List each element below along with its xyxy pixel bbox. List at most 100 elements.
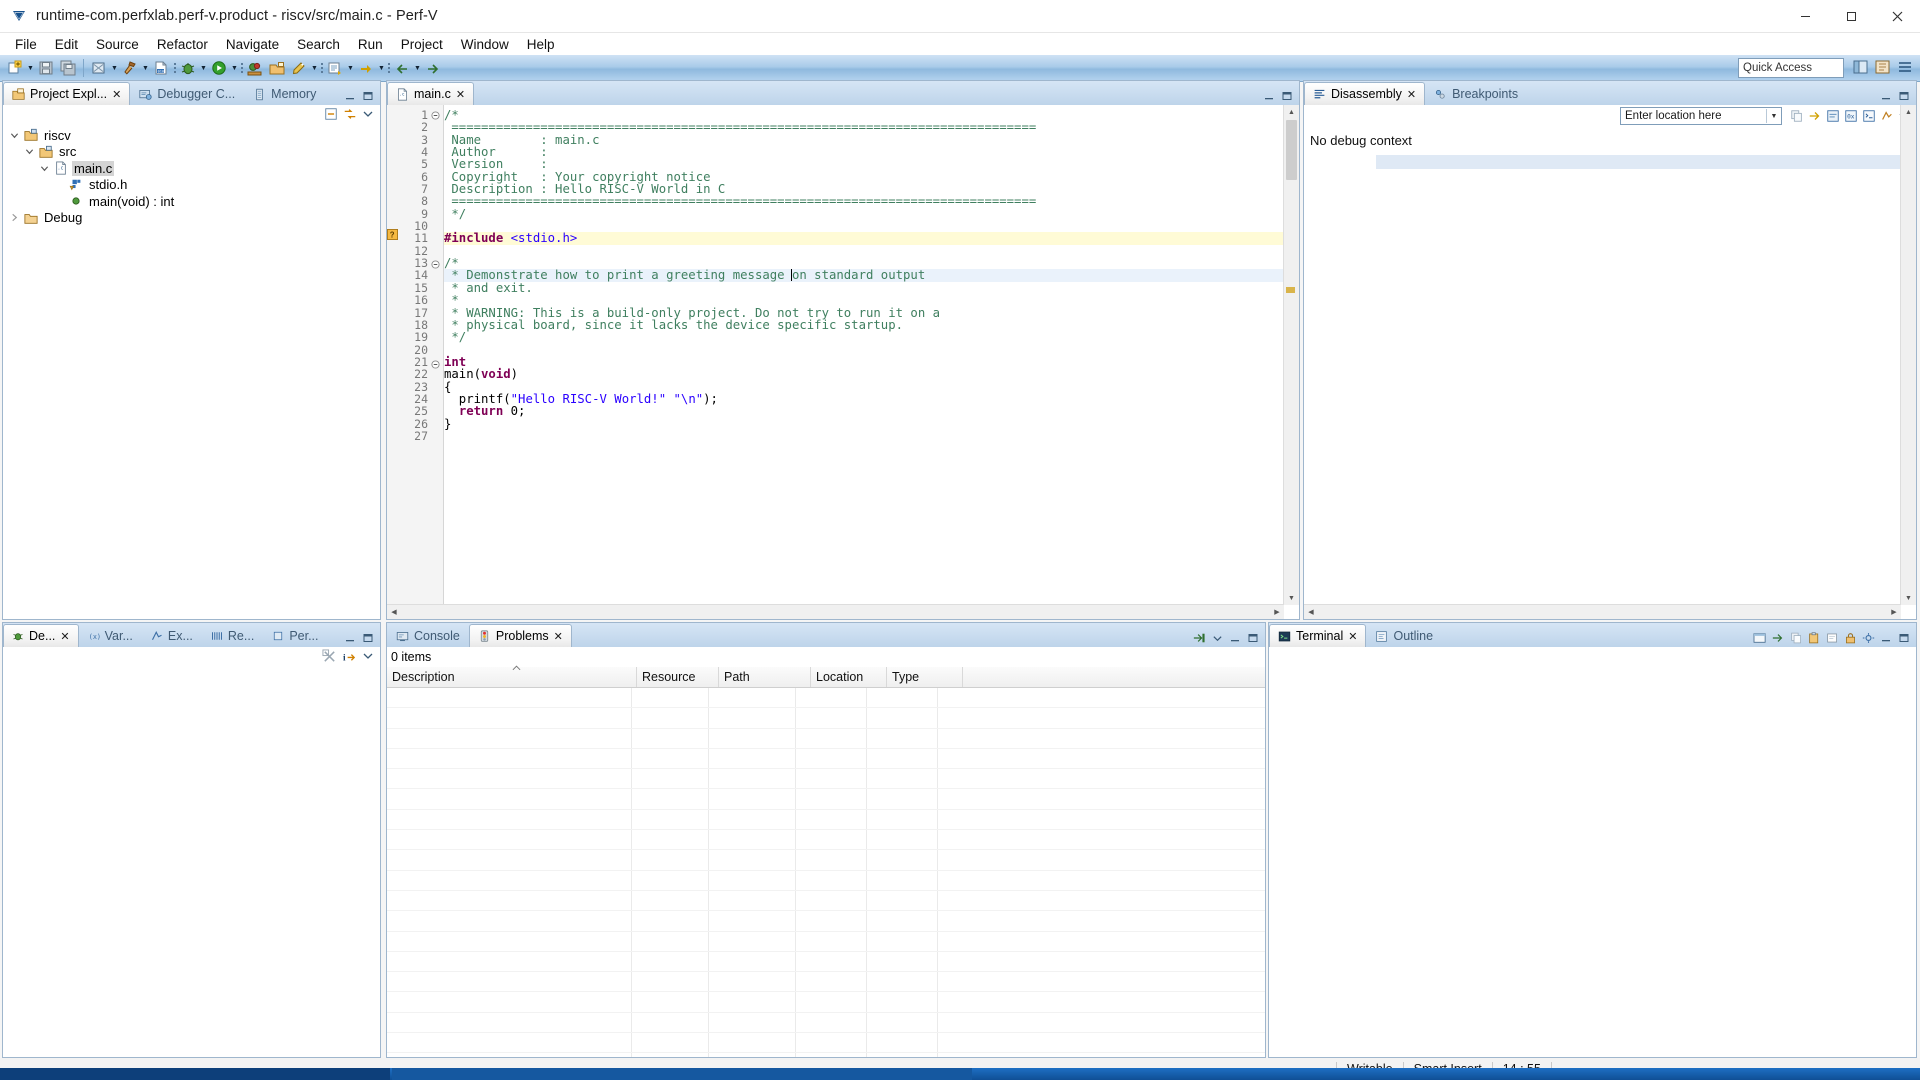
editor-folding-ruler[interactable] [431,105,444,619]
quick-access-input[interactable]: Quick Access [1738,58,1844,78]
table-row[interactable] [387,809,1265,831]
table-row[interactable] [387,972,1265,993]
scroll-left-icon[interactable]: ◀ [387,605,401,619]
menu-file[interactable]: File [6,35,46,54]
close-icon[interactable]: ✕ [60,630,69,643]
search-dropdown-icon[interactable]: ▼ [310,58,319,78]
table-row[interactable] [387,688,1265,709]
code-line[interactable]: Author : [444,146,1283,158]
menu-help[interactable]: Help [518,35,564,54]
tree-item-main-c[interactable]: .c main.c [3,160,380,177]
scroll-down-icon[interactable]: ▼ [1901,591,1916,605]
new-wizard-dropdown-icon[interactable]: ▼ [26,58,35,78]
table-row[interactable] [387,911,1265,932]
close-icon[interactable]: ✕ [456,88,465,101]
table-row[interactable] [387,728,1265,749]
tab-variables[interactable]: (x) Var... [79,624,142,647]
minimize-editor-button[interactable] [1261,89,1277,103]
back-icon[interactable] [392,58,412,78]
tab-disassembly[interactable]: Disassembly ✕ [1304,82,1426,105]
next-edit-location-icon[interactable] [325,58,345,78]
perspective-menu-icon[interactable] [1895,57,1915,77]
perspective-cdt-icon[interactable] [1873,57,1893,77]
clear-terminal-icon[interactable] [1824,631,1840,645]
forward-icon[interactable] [423,58,443,78]
code-line[interactable]: * Demonstrate how to print a greeting me… [444,269,1283,282]
table-row[interactable] [387,708,1265,729]
column-header-type[interactable]: Type [887,667,963,687]
code-line[interactable] [444,430,1283,442]
problems-table-grid[interactable] [387,688,1265,1057]
code-line[interactable]: * and exit. [444,282,1283,294]
maximize-editor-button[interactable] [1279,89,1295,103]
warning-marker[interactable]: ? [387,229,401,241]
chevron-down-icon[interactable] [39,163,50,174]
maximize-view-button[interactable] [360,631,376,645]
taskbar-window-2[interactable] [392,1068,972,1080]
next-edit-dropdown-icon[interactable]: ▼ [346,58,355,78]
tree-item-riscv[interactable]: riscv [3,127,380,144]
previous-annotation-icon[interactable] [356,58,376,78]
new-c-file-icon[interactable]: 010 [151,58,171,78]
debug-dropdown-icon[interactable]: ▼ [199,58,208,78]
menu-window[interactable]: Window [452,35,518,54]
save-all-icon[interactable] [58,58,78,78]
disassembly-location-input[interactable]: Enter location here [1621,110,1722,122]
minimize-view-button[interactable] [1878,89,1894,103]
menu-search[interactable]: Search [288,35,349,54]
code-line[interactable]: } [444,417,1283,430]
table-row[interactable] [387,1033,1265,1054]
open-perspective-button[interactable] [1851,57,1871,77]
build-all-icon[interactable] [89,58,109,78]
new-wizard-icon[interactable] [5,58,25,78]
view-menu-icon[interactable] [362,650,374,662]
code-line[interactable]: */ [444,208,1283,220]
disassembly-horizontal-scrollbar[interactable]: ◀ ▶ [1304,604,1901,619]
menu-source[interactable]: Source [87,35,148,54]
code-line[interactable]: * physical board, since it lacks the dev… [444,319,1283,331]
code-line[interactable]: return 0; [444,405,1283,417]
table-row[interactable] [387,1012,1265,1034]
tree-item-src[interactable]: src [3,144,380,161]
menu-run[interactable]: Run [349,35,392,54]
scroll-thumb[interactable] [1286,120,1297,180]
save-icon[interactable] [36,58,56,78]
close-icon[interactable]: ✕ [1348,630,1357,643]
step-info-icon[interactable]: i [342,649,357,664]
tab-problems[interactable]: Problems ✕ [468,624,572,647]
minimize-view-button[interactable] [342,89,358,103]
show-addresses-icon[interactable]: 0x [1844,109,1858,123]
fold-collapse-icon[interactable] [431,360,443,372]
table-row[interactable] [387,748,1265,770]
table-row[interactable] [387,992,1265,1013]
toggle-terminal-icon[interactable] [1770,631,1786,645]
editor-annotation-ruler[interactable]: ? [387,105,402,619]
chevron-down-icon[interactable]: ▼ [1766,109,1781,123]
maximize-button[interactable] [1828,0,1874,32]
editor-body[interactable]: ? 1 2 3 4 5 6 7 8 9 10 11 12 13 14 15 16 17 18 19 20 21 22 23 2… [387,105,1299,619]
back-dropdown-icon[interactable]: ▼ [413,58,422,78]
table-row[interactable] [387,931,1265,952]
table-row[interactable] [387,769,1265,790]
run-dropdown-icon[interactable]: ▼ [230,58,239,78]
scroll-down-icon[interactable]: ▼ [1284,591,1299,605]
code-line[interactable] [444,344,1283,356]
minimize-view-button[interactable] [1878,631,1894,645]
disassembly-vertical-scrollbar[interactable]: ▲ ▼ [1900,105,1916,605]
overview-warning-marker[interactable] [1286,287,1295,293]
terminal-settings-icon[interactable] [1860,631,1876,645]
maximize-view-button[interactable] [1245,631,1261,645]
column-header-resource[interactable]: Resource [637,667,719,687]
editor-vertical-scrollbar[interactable]: ▲ ▼ [1283,105,1299,605]
column-header-description[interactable]: Description [387,665,637,687]
column-header-path[interactable]: Path [719,667,811,687]
goto-pc-icon[interactable] [1808,109,1822,123]
taskbar-active-window[interactable] [0,1068,390,1080]
tab-outline[interactable]: Outline [1366,624,1442,647]
table-row[interactable] [387,890,1265,912]
menu-refactor[interactable]: Refactor [148,35,217,54]
paste-icon[interactable] [1806,631,1822,645]
close-icon[interactable]: ✕ [554,630,563,643]
code-line[interactable]: */ [444,331,1283,343]
minimize-button[interactable] [1782,0,1828,32]
